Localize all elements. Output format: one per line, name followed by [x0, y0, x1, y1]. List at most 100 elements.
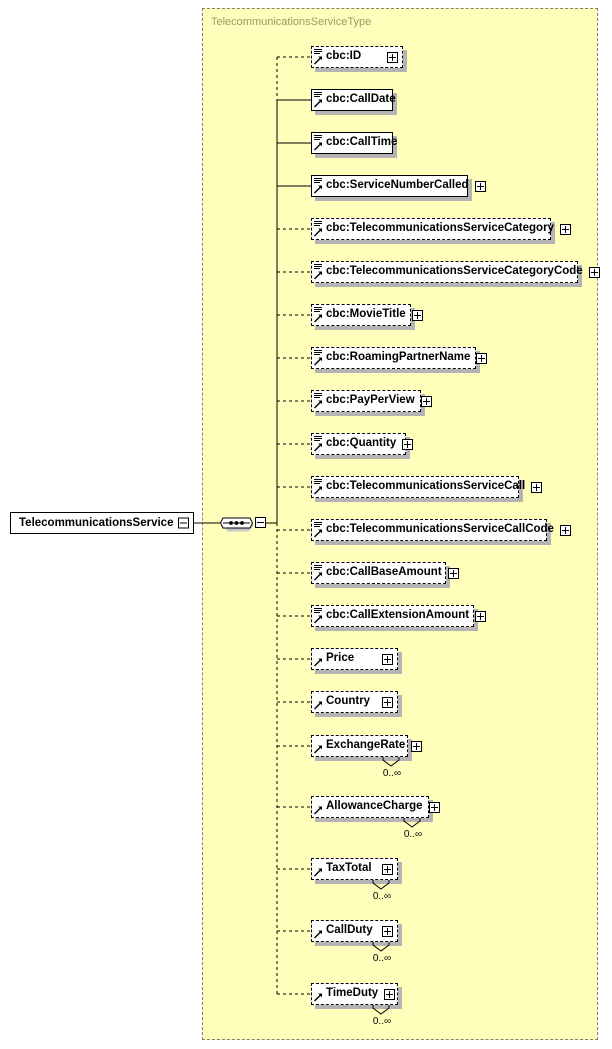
element-node-label: cbc:ID	[326, 50, 362, 63]
plus-icon[interactable]	[476, 352, 488, 364]
element-reference-arrow-icon	[314, 443, 322, 452]
occurrence-indicator: 0..∞	[372, 891, 392, 902]
element-node[interactable]: cbc:CallBaseAmount	[311, 562, 459, 584]
element-reference-arrow-icon	[314, 228, 322, 237]
plus-icon[interactable]	[428, 801, 440, 813]
element-node-label: cbc:TelecommunicationsServiceCall	[326, 480, 526, 493]
element-lines-icon	[314, 436, 322, 443]
element-node[interactable]: TimeDuty	[311, 983, 398, 1005]
plus-icon[interactable]	[475, 610, 487, 622]
element-reference-arrow-icon	[314, 314, 322, 323]
repeat-loop-icon	[382, 756, 400, 767]
element-node-label: TimeDuty	[326, 987, 379, 1000]
element-node[interactable]: TaxTotal	[311, 858, 398, 880]
element-node[interactable]: cbc:CallDate	[311, 89, 396, 111]
element-reference-arrow-icon	[314, 529, 322, 538]
plus-icon[interactable]	[382, 863, 393, 875]
element-node[interactable]: cbc:TelecommunicationsServiceCallCode	[311, 519, 571, 541]
element-lines-icon	[314, 393, 322, 400]
element-reference-arrow-icon	[314, 486, 322, 495]
element-reference-arrow-icon	[314, 185, 322, 194]
element-node[interactable]: cbc:TelecommunicationsServiceCategory	[311, 218, 571, 240]
element-lines-icon	[314, 479, 322, 486]
sequence-compositor-icon[interactable]	[219, 511, 255, 535]
element-lines-icon	[314, 178, 322, 185]
element-node[interactable]: AllowanceCharge	[311, 796, 440, 818]
element-reference-arrow-icon	[314, 806, 322, 815]
plus-icon[interactable]	[474, 180, 486, 192]
element-lines-icon	[314, 49, 322, 56]
sequence-collapse-minus-icon[interactable]	[255, 517, 266, 528]
plus-icon[interactable]	[402, 438, 414, 450]
schema-diagram-canvas: TelecommunicationsServiceType Telecommun…	[0, 0, 612, 1049]
element-node-label: cbc:PayPerView	[326, 394, 415, 407]
element-node[interactable]: Price	[311, 648, 398, 670]
plus-icon[interactable]	[384, 988, 396, 1000]
plus-icon[interactable]	[531, 481, 543, 493]
repeat-loop-icon	[372, 1004, 390, 1015]
repeat-loop-icon	[372, 879, 390, 890]
element-node-label: cbc:CallExtensionAmount	[326, 609, 470, 622]
plus-icon[interactable]	[382, 925, 393, 937]
element-node[interactable]: CallDuty	[311, 920, 398, 942]
element-node-label: cbc:CallTime	[326, 136, 398, 149]
plus-icon[interactable]	[588, 266, 600, 278]
element-node[interactable]: ExchangeRate	[311, 735, 423, 757]
element-node[interactable]: cbc:ServiceNumberCalled	[311, 175, 486, 197]
element-lines-icon	[314, 307, 322, 314]
plus-icon[interactable]	[382, 653, 393, 665]
element-node[interactable]: cbc:PayPerView	[311, 390, 432, 412]
element-node-label: cbc:Quantity	[326, 437, 397, 450]
element-node[interactable]: Country	[311, 691, 398, 713]
element-node-label: cbc:MovieTitle	[326, 308, 406, 321]
plus-icon[interactable]	[411, 740, 423, 752]
element-node[interactable]: cbc:Quantity	[311, 433, 414, 455]
element-lines-icon	[314, 221, 322, 228]
element-reference-arrow-icon	[314, 745, 322, 754]
plus-icon[interactable]	[559, 223, 571, 235]
element-reference-arrow-icon	[314, 99, 322, 108]
plus-icon[interactable]	[382, 696, 393, 708]
plus-icon[interactable]	[559, 524, 571, 536]
minus-icon[interactable]	[178, 517, 190, 529]
element-node-label: cbc:ServiceNumberCalled	[326, 179, 469, 192]
element-node-label: AllowanceCharge	[326, 800, 423, 813]
element-node-label: cbc:TelecommunicationsServiceCategory	[326, 222, 554, 235]
element-lines-icon	[314, 522, 322, 529]
element-reference-arrow-icon	[314, 615, 322, 624]
element-node[interactable]: cbc:TelecommunicationsServiceCategoryCod…	[311, 261, 600, 283]
root-element-label: TelecommunicationsService	[19, 517, 174, 529]
element-node-label: CallDuty	[326, 924, 373, 937]
occurrence-indicator: 0..∞	[372, 1016, 392, 1027]
element-reference-arrow-icon	[314, 658, 322, 667]
element-node-label: ExchangeRate	[326, 739, 406, 752]
element-lines-icon	[314, 135, 322, 142]
element-reference-arrow-icon	[314, 868, 322, 877]
element-reference-arrow-icon	[314, 993, 322, 1002]
root-element-box[interactable]: TelecommunicationsService	[10, 512, 195, 534]
element-reference-arrow-icon	[314, 271, 322, 280]
element-node[interactable]: cbc:ID	[311, 46, 403, 68]
occurrence-indicator: 0..∞	[382, 768, 402, 779]
plus-icon[interactable]	[411, 309, 423, 321]
plus-icon[interactable]	[387, 51, 398, 63]
element-reference-arrow-icon	[314, 142, 322, 151]
element-reference-arrow-icon	[314, 701, 322, 710]
occurrence-indicator: 0..∞	[403, 829, 423, 840]
element-node-label: cbc:TelecommunicationsServiceCallCode	[326, 523, 554, 536]
complex-type-label: TelecommunicationsServiceType	[211, 16, 372, 28]
element-node[interactable]: cbc:CallTime	[311, 132, 397, 154]
element-node-label: cbc:CallBaseAmount	[326, 566, 442, 579]
element-node-label: cbc:TelecommunicationsServiceCategoryCod…	[326, 265, 583, 278]
element-reference-arrow-icon	[314, 400, 322, 409]
element-node[interactable]: cbc:MovieTitle	[311, 304, 423, 326]
element-node[interactable]: cbc:TelecommunicationsServiceCall	[311, 476, 543, 498]
element-node-label: Price	[326, 652, 355, 665]
element-reference-arrow-icon	[314, 56, 322, 65]
plus-icon[interactable]	[420, 395, 432, 407]
element-node-label: Country	[326, 695, 371, 708]
element-node-label: cbc:CallDate	[326, 93, 396, 106]
element-node[interactable]: cbc:CallExtensionAmount	[311, 605, 487, 627]
plus-icon[interactable]	[447, 567, 459, 579]
element-node[interactable]: cbc:RoamingPartnerName	[311, 347, 488, 369]
